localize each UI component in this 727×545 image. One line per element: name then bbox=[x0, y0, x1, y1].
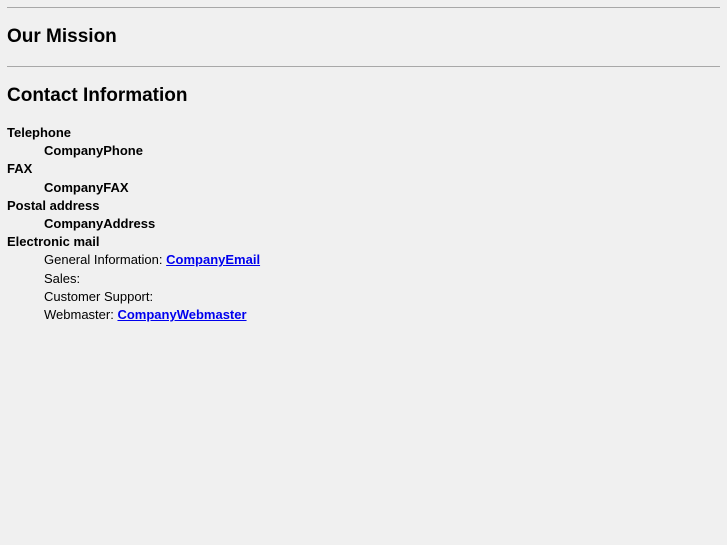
page: Our Mission Contact Information Telephon… bbox=[0, 0, 727, 545]
postal-address-value: CompanyAddress bbox=[44, 216, 156, 232]
contact-heading: Contact Information bbox=[7, 85, 188, 106]
email-support-row: Customer Support: bbox=[44, 288, 260, 306]
email-support-label: Customer Support: bbox=[44, 288, 154, 304]
mission-heading: Our Mission bbox=[7, 26, 117, 47]
company-email-link[interactable]: CompanyEmail bbox=[166, 252, 260, 267]
top-divider bbox=[7, 7, 720, 8]
email-sales-row: Sales: bbox=[44, 270, 260, 288]
section-divider bbox=[7, 66, 720, 67]
email-webmaster-row: Webmaster: CompanyWebmaster bbox=[44, 306, 260, 324]
email-sales-label: Sales: bbox=[44, 270, 81, 286]
telephone-value: CompanyPhone bbox=[44, 143, 143, 159]
fax-value: CompanyFAX bbox=[44, 179, 129, 195]
contact-list: Telephone CompanyPhone FAX CompanyFAX Po… bbox=[7, 124, 260, 324]
postal-address-label: Postal address bbox=[7, 197, 100, 213]
fax-label: FAX bbox=[7, 161, 33, 177]
email-general-label: General Information: bbox=[44, 252, 163, 268]
email-general-row: General Information: CompanyEmail bbox=[44, 251, 260, 269]
telephone-label: Telephone bbox=[7, 125, 72, 140]
electronic-mail-label: Electronic mail bbox=[7, 234, 100, 250]
company-webmaster-link[interactable]: CompanyWebmaster bbox=[117, 307, 246, 322]
email-webmaster-label: Webmaster: bbox=[44, 307, 114, 323]
